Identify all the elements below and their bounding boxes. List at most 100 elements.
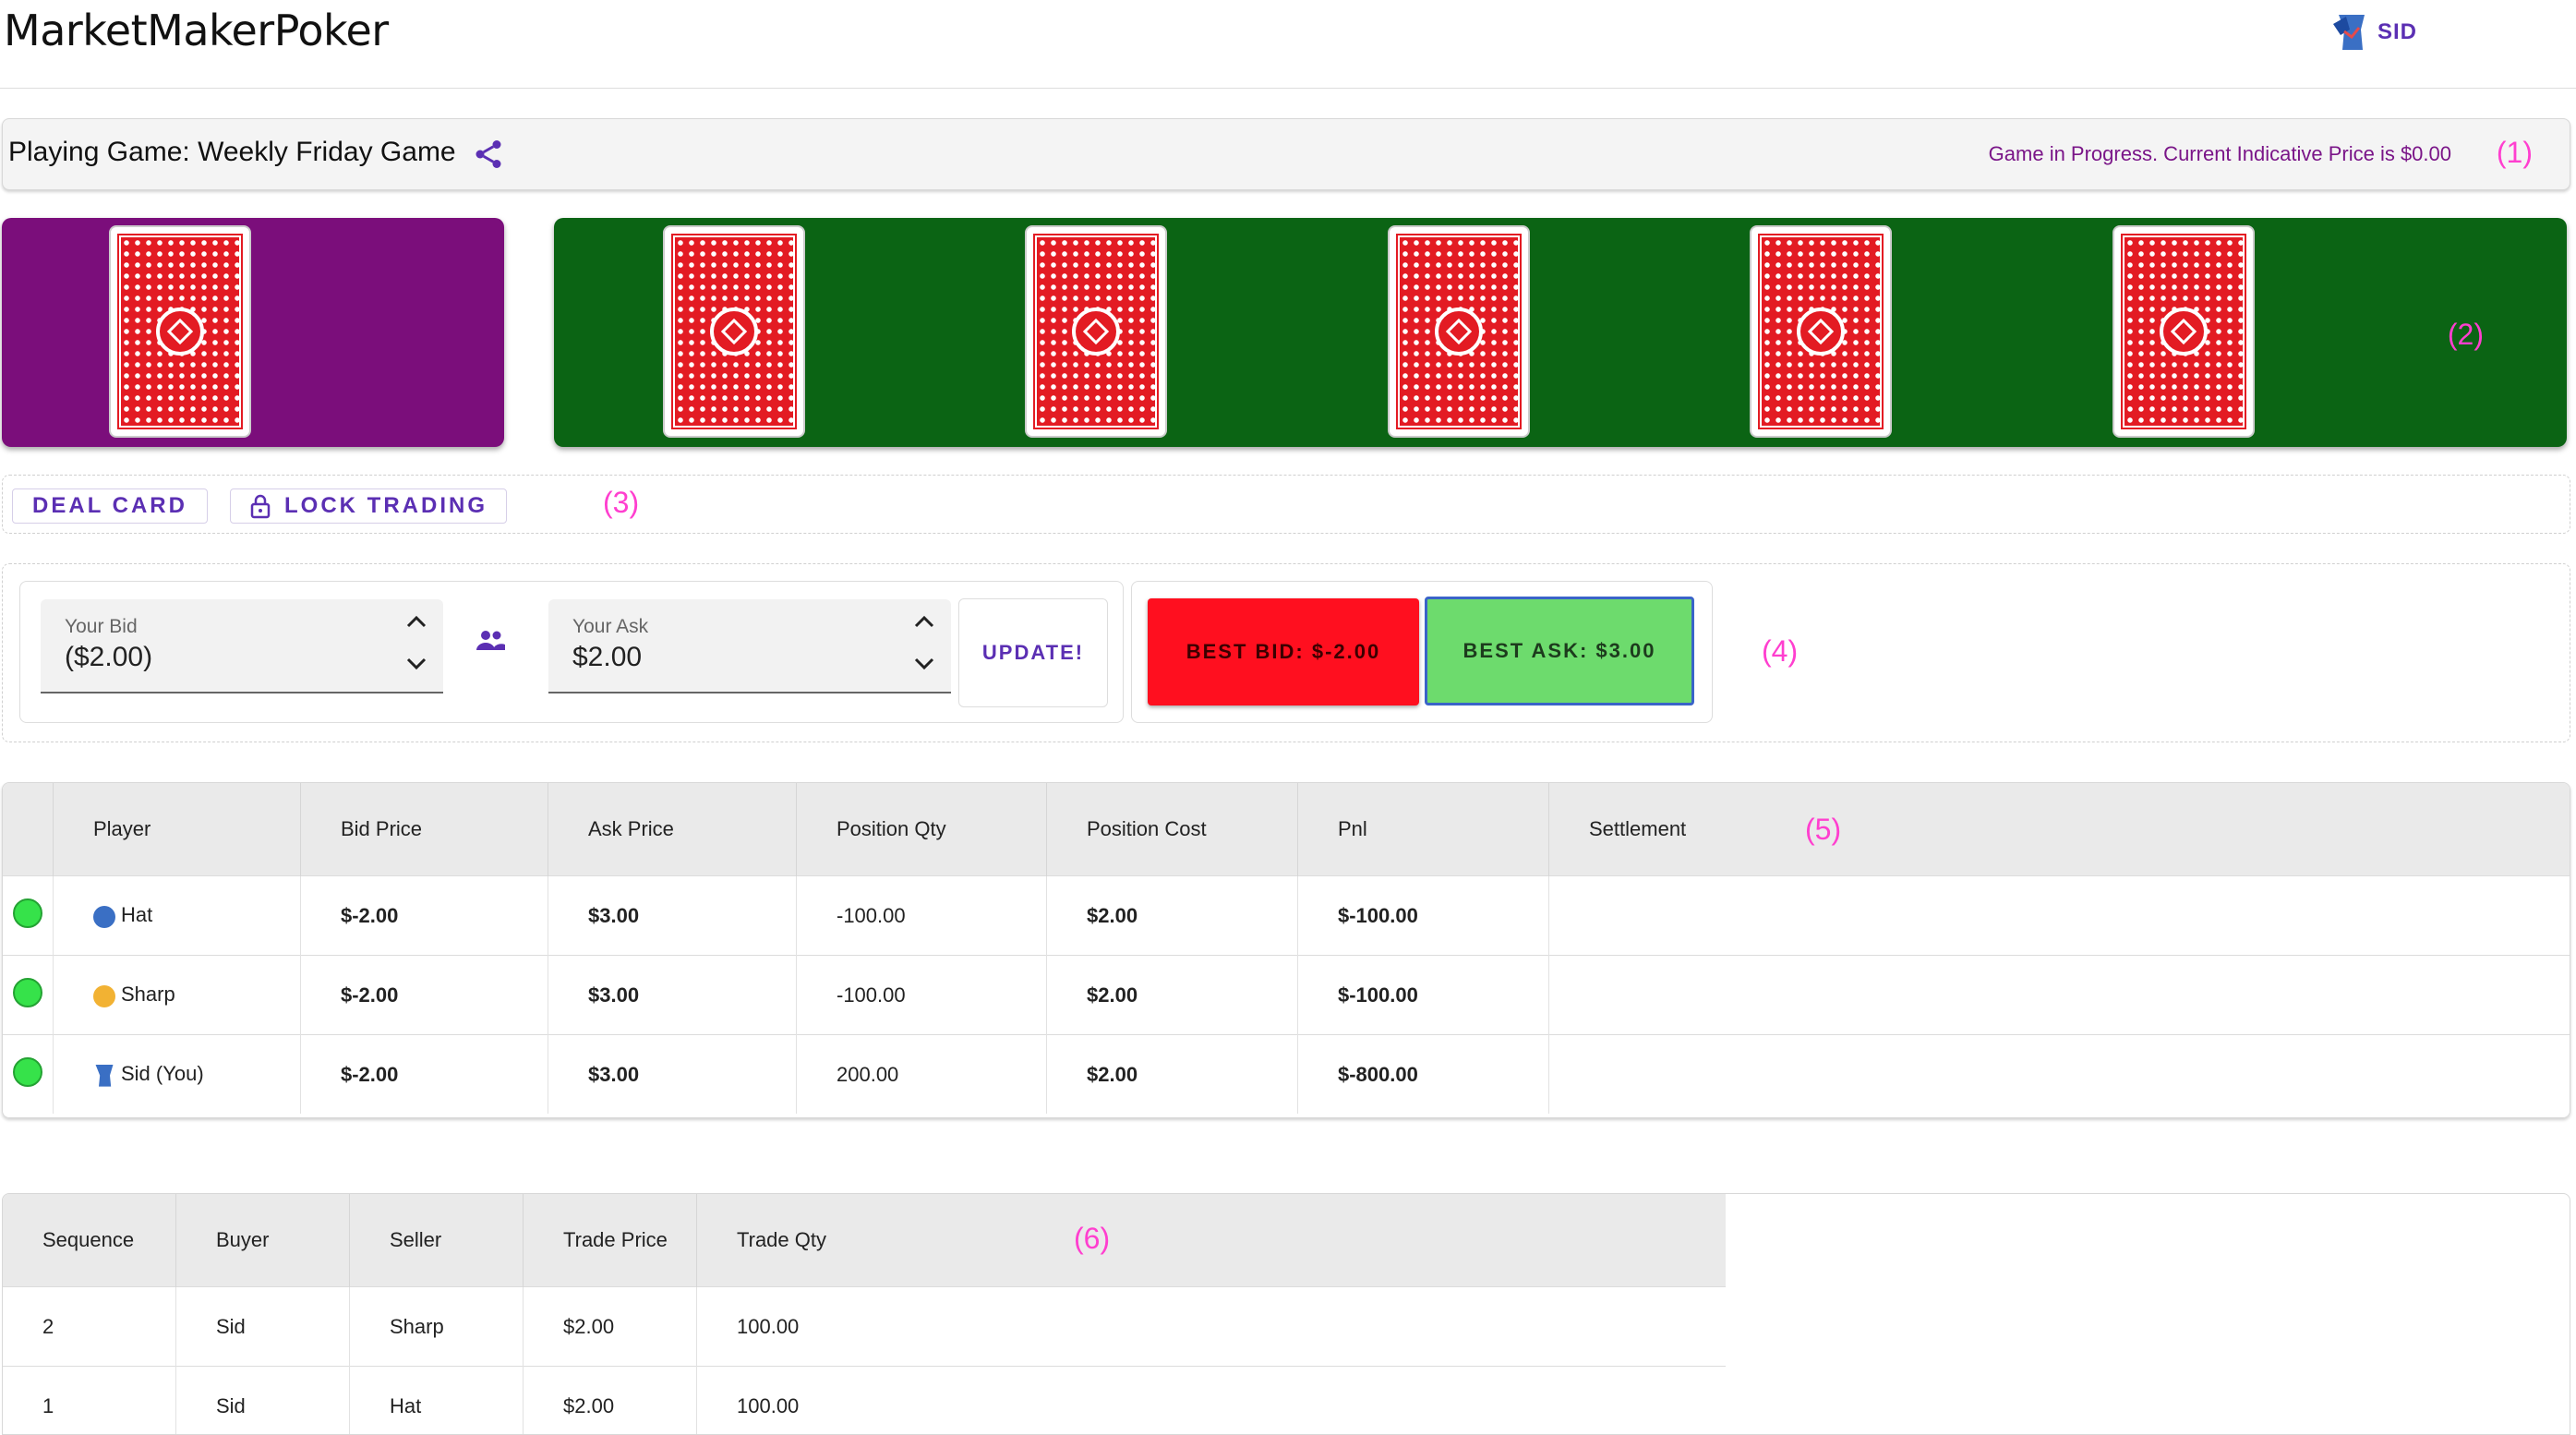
player-name: Sid (You) xyxy=(121,1062,204,1085)
pnl-cell: $-100.00 xyxy=(1298,956,1549,1035)
decrement-icon[interactable] xyxy=(912,655,936,673)
annotation-label: (5) xyxy=(1805,813,1841,847)
update-button[interactable]: UPDATE! xyxy=(958,598,1108,707)
column-header-status xyxy=(3,783,54,876)
position-cost-cell: $2.00 xyxy=(1047,1035,1298,1115)
ask-price-cell: $3.00 xyxy=(548,956,797,1035)
table-row[interactable]: Hat $-2.00 $3.00 -100.00 $2.00 $-100.00 xyxy=(3,876,2570,956)
column-header-sequence[interactable]: Sequence xyxy=(3,1194,176,1287)
header-divider xyxy=(0,88,2576,89)
column-header-trade-qty[interactable]: Trade Qty xyxy=(697,1194,1727,1287)
player-hand-area xyxy=(2,218,504,447)
trade-price-cell: $2.00 xyxy=(524,1367,697,1435)
bid-input-label: Your Bid xyxy=(65,616,138,638)
buyer-cell: Sid xyxy=(176,1287,350,1367)
card-back[interactable] xyxy=(1025,225,1167,438)
card-back[interactable] xyxy=(663,225,805,438)
quote-section: Your Bid ($2.00) Your Ask $2.00 UPDATE! … xyxy=(2,563,2570,742)
ask-price-cell: $3.00 xyxy=(548,876,797,956)
bid-price-cell: $-2.00 xyxy=(301,876,548,956)
table-header-row: Sequence Buyer Seller Trade Price Trade … xyxy=(3,1194,1726,1287)
share-icon[interactable] xyxy=(472,138,505,171)
avatar xyxy=(93,906,115,928)
online-status-icon xyxy=(13,978,42,1007)
player-name: Sharp xyxy=(121,983,175,1006)
settlement-cell xyxy=(1549,1035,2570,1115)
increment-icon[interactable] xyxy=(912,612,936,631)
game-status-bar: Playing Game: Weekly Friday Game Game in… xyxy=(2,118,2570,190)
sequence-cell: 2 xyxy=(3,1287,176,1367)
table-row[interactable]: 1 Sid Hat $2.00 100.00 xyxy=(3,1367,1726,1435)
column-header-bid[interactable]: Bid Price xyxy=(301,783,548,876)
lock-trading-button[interactable]: LOCK TRADING xyxy=(230,488,507,524)
pnl-cell: $-800.00 xyxy=(1298,1035,1549,1115)
annotation-label: (3) xyxy=(603,486,639,520)
table-row[interactable]: Sharp $-2.00 $3.00 -100.00 $2.00 $-100.0… xyxy=(3,956,2570,1035)
deal-card-label: DEAL CARD xyxy=(32,493,187,519)
sequence-cell: 1 xyxy=(3,1367,176,1435)
column-header-pnl[interactable]: Pnl xyxy=(1298,783,1549,876)
column-header-ask[interactable]: Ask Price xyxy=(548,783,797,876)
column-header-position-cost[interactable]: Position Cost xyxy=(1047,783,1298,876)
lock-icon xyxy=(249,493,271,519)
best-bid-button[interactable]: BEST BID: $-2.00 xyxy=(1148,598,1419,705)
position-cost-cell: $2.00 xyxy=(1047,876,1298,956)
lock-trading-label: LOCK TRADING xyxy=(284,493,488,519)
annotation-label: (4) xyxy=(1762,634,1798,669)
column-header-buyer[interactable]: Buyer xyxy=(176,1194,350,1287)
people-icon[interactable] xyxy=(475,628,506,654)
column-header-position-qty[interactable]: Position Qty xyxy=(797,783,1047,876)
online-status-icon xyxy=(13,898,42,928)
position-qty-cell: 200.00 xyxy=(797,1035,1047,1115)
trade-price-cell: $2.00 xyxy=(524,1287,697,1367)
seller-cell: Sharp xyxy=(350,1287,524,1367)
trade-qty-cell: 100.00 xyxy=(697,1367,1727,1435)
card-back[interactable] xyxy=(2113,225,2255,438)
best-ask-button[interactable]: BEST ASK: $3.00 xyxy=(1425,597,1694,705)
position-qty-cell: -100.00 xyxy=(797,876,1047,956)
ask-input[interactable]: Your Ask $2.00 xyxy=(548,599,951,693)
players-table-container: Player Bid Price Ask Price Position Qty … xyxy=(2,782,2570,1118)
column-header-settlement[interactable]: Settlement xyxy=(1549,783,2570,876)
bid-input[interactable]: Your Bid ($2.00) xyxy=(41,599,443,693)
table-row[interactable]: 2 Sid Sharp $2.00 100.00 xyxy=(3,1287,1726,1367)
card-back[interactable] xyxy=(1388,225,1530,438)
bid-input-value[interactable]: ($2.00) xyxy=(65,642,152,673)
settlement-cell xyxy=(1549,956,2570,1035)
settlement-cell xyxy=(1549,876,2570,956)
game-status-text: Game in Progress. Current Indicative Pri… xyxy=(1989,142,2451,166)
card-back[interactable] xyxy=(1750,225,1892,438)
seller-cell: Hat xyxy=(350,1367,524,1435)
position-cost-cell: $2.00 xyxy=(1047,956,1298,1035)
board-area: (2) xyxy=(554,218,2567,447)
ask-input-value[interactable]: $2.00 xyxy=(572,642,642,673)
deal-card-button[interactable]: DEAL CARD xyxy=(12,488,208,524)
column-header-seller[interactable]: Seller xyxy=(350,1194,524,1287)
column-header-player[interactable]: Player xyxy=(54,783,301,876)
online-status-icon xyxy=(13,1057,42,1087)
bid-price-cell: $-2.00 xyxy=(301,1035,548,1115)
card-back[interactable] xyxy=(109,225,251,438)
trades-table-container: Sequence Buyer Seller Trade Price Trade … xyxy=(2,1193,2570,1435)
app-logo[interactable]: MarketMakerPoker xyxy=(4,6,389,55)
increment-icon[interactable] xyxy=(404,612,428,631)
annotation-label: (6) xyxy=(1074,1222,1110,1256)
annotation-label: (1) xyxy=(2497,136,2533,170)
table-row[interactable]: Sid (You) $-2.00 $3.00 200.00 $2.00 $-80… xyxy=(3,1035,2570,1115)
players-table: Player Bid Price Ask Price Position Qty … xyxy=(3,783,2570,1114)
trades-table: Sequence Buyer Seller Trade Price Trade … xyxy=(3,1194,1726,1435)
table-header-row: Player Bid Price Ask Price Position Qty … xyxy=(3,783,2570,876)
dealer-controls: DEAL CARD LOCK TRADING (3) xyxy=(2,475,2570,534)
annotation-label: (2) xyxy=(2448,318,2484,352)
column-header-trade-price[interactable]: Trade Price xyxy=(524,1194,697,1287)
decrement-icon[interactable] xyxy=(404,655,428,673)
user-name: SID xyxy=(2377,19,2417,45)
user-menu[interactable]: SID xyxy=(2331,11,2417,54)
bid-price-cell: $-2.00 xyxy=(301,956,548,1035)
position-qty-cell: -100.00 xyxy=(797,956,1047,1035)
trade-qty-cell: 100.00 xyxy=(697,1287,1727,1367)
avatar xyxy=(93,985,115,1007)
player-name: Hat xyxy=(121,903,152,926)
ask-price-cell: $3.00 xyxy=(548,1035,797,1115)
avatar xyxy=(93,1065,115,1087)
